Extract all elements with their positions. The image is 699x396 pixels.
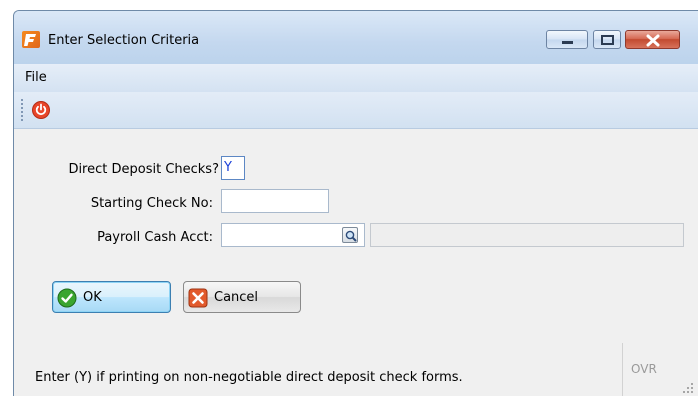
payroll-cash-description: [370, 223, 684, 247]
ok-button[interactable]: OK: [52, 281, 171, 313]
direct-deposit-label: Direct Deposit Checks?: [68, 162, 219, 177]
menu-file[interactable]: File: [25, 70, 47, 85]
maximize-icon: [601, 35, 614, 45]
overwrite-mode-indicator: OVR: [631, 362, 657, 376]
minimize-button[interactable]: [546, 30, 588, 49]
resize-grip-icon[interactable]: [682, 382, 694, 394]
maximize-button[interactable]: [593, 30, 621, 49]
toolbar-grip[interactable]: [21, 98, 23, 122]
status-bar: Enter (Y) if printing on non-negotiable …: [14, 343, 698, 396]
app-logo-icon: [22, 31, 40, 48]
status-message: Enter (Y) if printing on non-negotiable …: [35, 370, 463, 385]
dialog-window: Enter Selection Criteria File Direct Dep…: [13, 10, 698, 396]
window-title: Enter Selection Criteria: [48, 33, 200, 48]
toolbar: [14, 92, 698, 129]
close-button[interactable]: [625, 30, 680, 49]
minimize-icon: [562, 41, 573, 44]
cancel-label: Cancel: [214, 290, 259, 305]
status-separator: [622, 343, 623, 396]
title-bar[interactable]: Enter Selection Criteria: [14, 11, 698, 64]
starting-check-label: Starting Check No:: [90, 196, 213, 211]
form-area: Direct Deposit Checks? Y Starting Check …: [14, 129, 698, 343]
payroll-cash-label: Payroll Cash Acct:: [97, 230, 213, 245]
magnifier-icon: [345, 230, 357, 242]
starting-check-input[interactable]: [221, 189, 329, 213]
ok-label: OK: [83, 290, 102, 305]
cancel-x-icon: [188, 288, 208, 308]
menu-bar: File: [14, 64, 698, 93]
close-icon: [646, 34, 660, 47]
account-lookup-button[interactable]: [342, 227, 358, 243]
direct-deposit-input[interactable]: Y: [221, 156, 245, 180]
cancel-button[interactable]: Cancel: [183, 281, 301, 313]
power-icon[interactable]: [32, 101, 50, 119]
checkmark-icon: [57, 288, 77, 308]
